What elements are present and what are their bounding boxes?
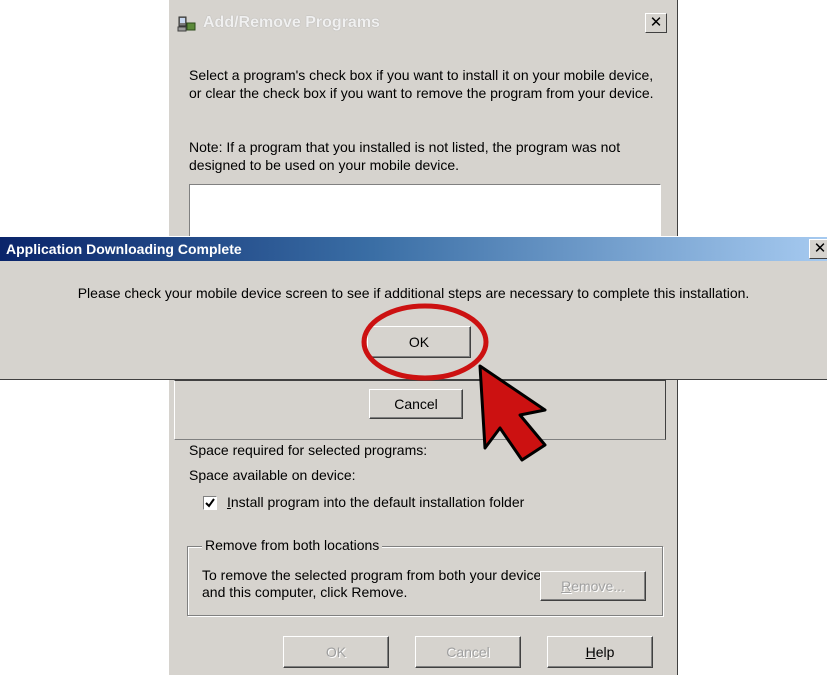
cancel-button-disabled[interactable]: Cancel <box>415 636 521 668</box>
cancel-button[interactable]: Cancel <box>369 389 463 419</box>
download-complete-dialog: Application Downloading Complete ✕ Pleas… <box>0 236 827 380</box>
install-default-label[interactable]: Install program into the default install… <box>227 494 524 510</box>
note-text: Note: If a program that you installed is… <box>189 139 621 173</box>
add-remove-programs-icon <box>177 13 197 33</box>
checkmark-icon <box>205 498 215 508</box>
remove-group-text: To remove the selected program from both… <box>202 567 542 600</box>
remove-button[interactable]: Remove... <box>540 571 646 601</box>
dialog-title: Application Downloading Complete <box>6 241 242 257</box>
remove-label-text: emove... <box>571 578 625 594</box>
window-title: Add/Remove Programs <box>203 14 380 31</box>
install-label-text: nstall program into the default installa… <box>230 494 525 510</box>
close-icon[interactable]: ✕ <box>645 13 667 33</box>
remove-groupbox: Remove from both locations To remove the… <box>187 537 663 616</box>
program-list[interactable] <box>189 184 661 244</box>
space-required-label: Space required for selected programs: <box>189 442 428 458</box>
close-icon[interactable]: ✕ <box>809 239 827 259</box>
remove-group-legend: Remove from both locations <box>202 537 383 553</box>
dialog-message: Please check your mobile device screen t… <box>77 285 750 301</box>
ok-button[interactable]: OK <box>367 326 471 358</box>
install-default-checkbox[interactable] <box>203 496 217 510</box>
space-available-label: Space available on device: <box>189 467 356 483</box>
help-label-text: elp <box>595 644 615 660</box>
download-dialog-titlebar: Application Downloading Complete ✕ <box>0 237 827 261</box>
add-remove-programs-titlebar: Add/Remove Programs ✕ <box>169 8 677 38</box>
help-button[interactable]: Help <box>547 636 653 668</box>
ok-button-disabled[interactable]: OK <box>283 636 389 668</box>
help-mnemonic: H <box>585 644 596 660</box>
instructions-text: Select a program's check box if you want… <box>189 67 654 101</box>
remove-mnemonic: R <box>561 578 572 594</box>
